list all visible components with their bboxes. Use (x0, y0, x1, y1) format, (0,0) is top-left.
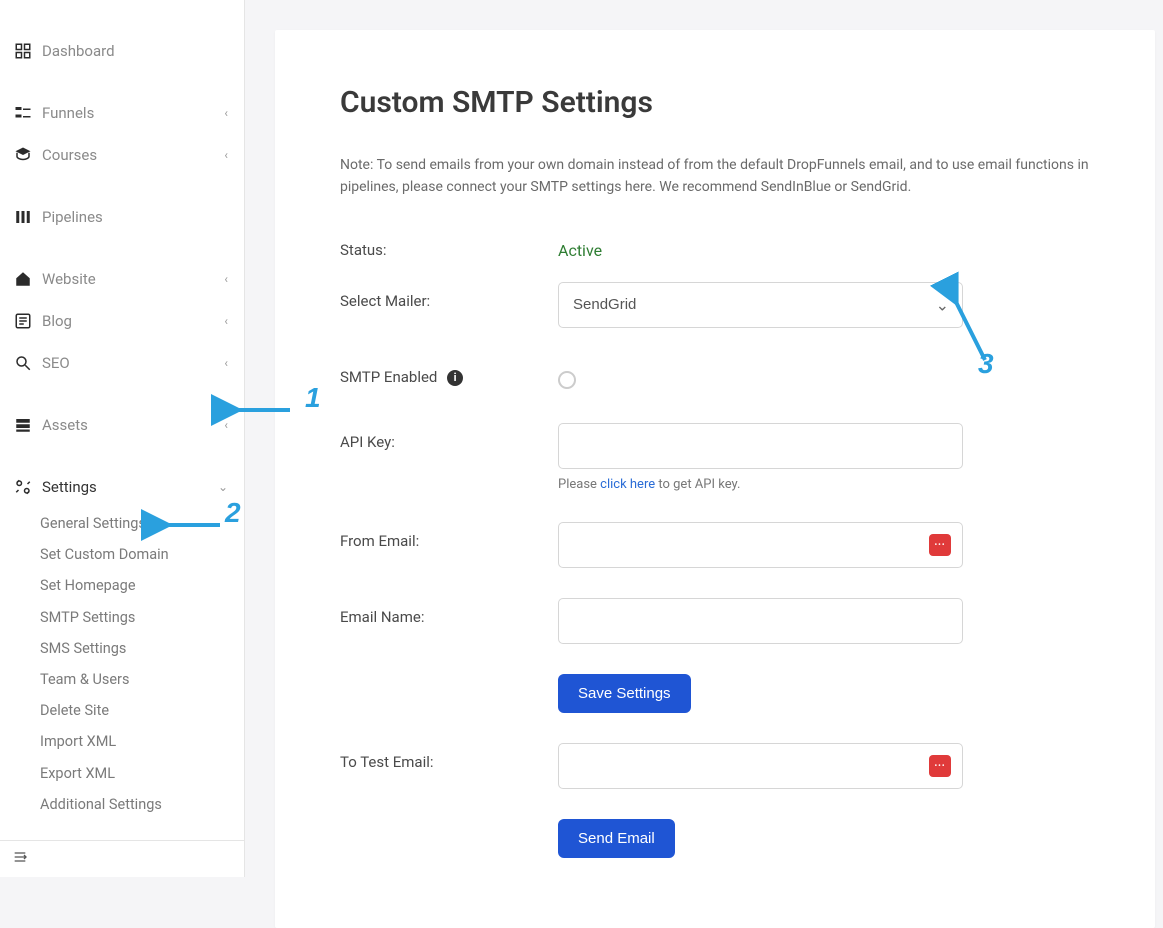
row-to-test-email: To Test Email: ••• (340, 743, 1090, 789)
email-name-input[interactable] (558, 598, 963, 644)
main-content: Custom SMTP Settings Note: To send email… (245, 0, 1163, 877)
sidebar-item-courses[interactable]: Courses ‹ (0, 134, 244, 176)
chevron-left-icon: ‹ (224, 356, 228, 370)
sidebar-item-label: Website (42, 270, 224, 288)
sidebar-scroll: Dashboard Funnels ‹ Courses ‹ Pipelines (0, 0, 244, 840)
sidebar: Dashboard Funnels ‹ Courses ‹ Pipelines (0, 0, 245, 877)
chevron-left-icon: ‹ (224, 418, 228, 432)
api-key-label: API Key: (340, 423, 558, 451)
annotation-number-1: 1 (305, 382, 321, 414)
annotation-arrow-1 (230, 395, 310, 425)
dashboard-icon (12, 40, 34, 62)
chevron-left-icon: ‹ (224, 314, 228, 328)
status-value: Active (558, 231, 602, 260)
smtp-enabled-toggle[interactable] (558, 371, 576, 389)
sub-additional-settings[interactable]: Additional Settings (40, 789, 244, 820)
save-settings-button[interactable]: Save Settings (558, 674, 691, 713)
sub-import-xml[interactable]: Import XML (40, 726, 244, 757)
sub-smtp-settings[interactable]: SMTP Settings (40, 602, 244, 633)
sidebar-item-label: Dashboard (42, 42, 228, 60)
api-key-link[interactable]: click here (600, 477, 655, 492)
row-email-name: Email Name: (340, 598, 1090, 644)
sidebar-item-label: Blog (42, 312, 224, 330)
sidebar-item-label: Assets (42, 416, 224, 434)
sidebar-item-assets[interactable]: Assets ‹ (0, 404, 244, 446)
to-test-email-input[interactable] (558, 743, 963, 789)
from-email-input[interactable] (558, 522, 963, 568)
send-email-button[interactable]: Send Email (558, 819, 675, 858)
api-key-input[interactable] (558, 423, 963, 469)
courses-icon (12, 144, 34, 166)
sidebar-item-funnels[interactable]: Funnels ‹ (0, 92, 244, 134)
row-from-email: From Email: ••• (340, 522, 1090, 568)
sidebar-item-label: Funnels (42, 104, 224, 122)
email-name-label: Email Name: (340, 598, 558, 626)
website-icon (12, 268, 34, 290)
sidebar-item-settings[interactable]: Settings ⌄ (0, 466, 244, 508)
info-icon[interactable]: i (447, 370, 463, 386)
sidebar-collapse[interactable] (0, 840, 244, 877)
settings-panel: Custom SMTP Settings Note: To send email… (275, 30, 1155, 928)
assets-icon (12, 414, 34, 436)
hint-suffix: to get API key. (655, 477, 740, 492)
sub-team-users[interactable]: Team & Users (40, 664, 244, 695)
mailer-label: Select Mailer: (340, 282, 558, 310)
settings-submenu: General Settings Set Custom Domain Set H… (0, 508, 244, 820)
annotation-arrow-3 (945, 290, 1005, 370)
chevron-left-icon: ‹ (224, 148, 228, 162)
sidebar-item-label: Settings (42, 478, 218, 496)
sub-set-homepage[interactable]: Set Homepage (40, 570, 244, 601)
sidebar-item-blog[interactable]: Blog ‹ (0, 300, 244, 342)
pipelines-icon (12, 206, 34, 228)
to-test-email-label: To Test Email: (340, 743, 558, 771)
sidebar-item-website[interactable]: Website ‹ (0, 258, 244, 300)
sidebar-item-label: Pipelines (42, 208, 228, 226)
sidebar-item-label: SEO (42, 354, 224, 372)
smtp-enabled-label: SMTP Enabled i (340, 358, 558, 386)
sidebar-item-dashboard[interactable]: Dashboard (0, 30, 244, 72)
row-send: Send Email (340, 819, 1090, 858)
sub-delete-site[interactable]: Delete Site (40, 695, 244, 726)
autofill-icon[interactable]: ••• (929, 534, 951, 556)
funnels-icon (12, 102, 34, 124)
annotation-number-3: 3 (978, 348, 994, 380)
hint-prefix: Please (558, 477, 600, 492)
seo-icon (12, 352, 34, 374)
sidebar-item-pipelines[interactable]: Pipelines (0, 196, 244, 238)
sub-set-custom-domain[interactable]: Set Custom Domain (40, 539, 244, 570)
page-note: Note: To send emails from your own domai… (340, 154, 1090, 199)
mailer-select[interactable]: SendGrid (558, 282, 963, 328)
status-label: Status: (340, 231, 558, 259)
settings-icon (12, 476, 34, 498)
chevron-left-icon: ‹ (224, 106, 228, 120)
smtp-enabled-text: SMTP Enabled (340, 368, 437, 386)
chevron-down-icon: ⌄ (218, 480, 228, 494)
collapse-icon (12, 849, 28, 865)
row-save: Save Settings (340, 674, 1090, 713)
chevron-left-icon: ‹ (224, 272, 228, 286)
sidebar-item-label: Courses (42, 146, 224, 164)
row-api-key: API Key: Please click here to get API ke… (340, 423, 1090, 492)
sub-export-xml[interactable]: Export XML (40, 758, 244, 789)
sub-sms-settings[interactable]: SMS Settings (40, 633, 244, 664)
from-email-label: From Email: (340, 522, 558, 550)
page-title: Custom SMTP Settings (340, 85, 1090, 120)
row-status: Status: Active (340, 231, 1090, 260)
blog-icon (12, 310, 34, 332)
annotation-number-2: 2 (225, 497, 241, 529)
sidebar-item-seo[interactable]: SEO ‹ (0, 342, 244, 384)
api-key-hint: Please click here to get API key. (558, 477, 963, 492)
autofill-icon[interactable]: ••• (929, 755, 951, 777)
